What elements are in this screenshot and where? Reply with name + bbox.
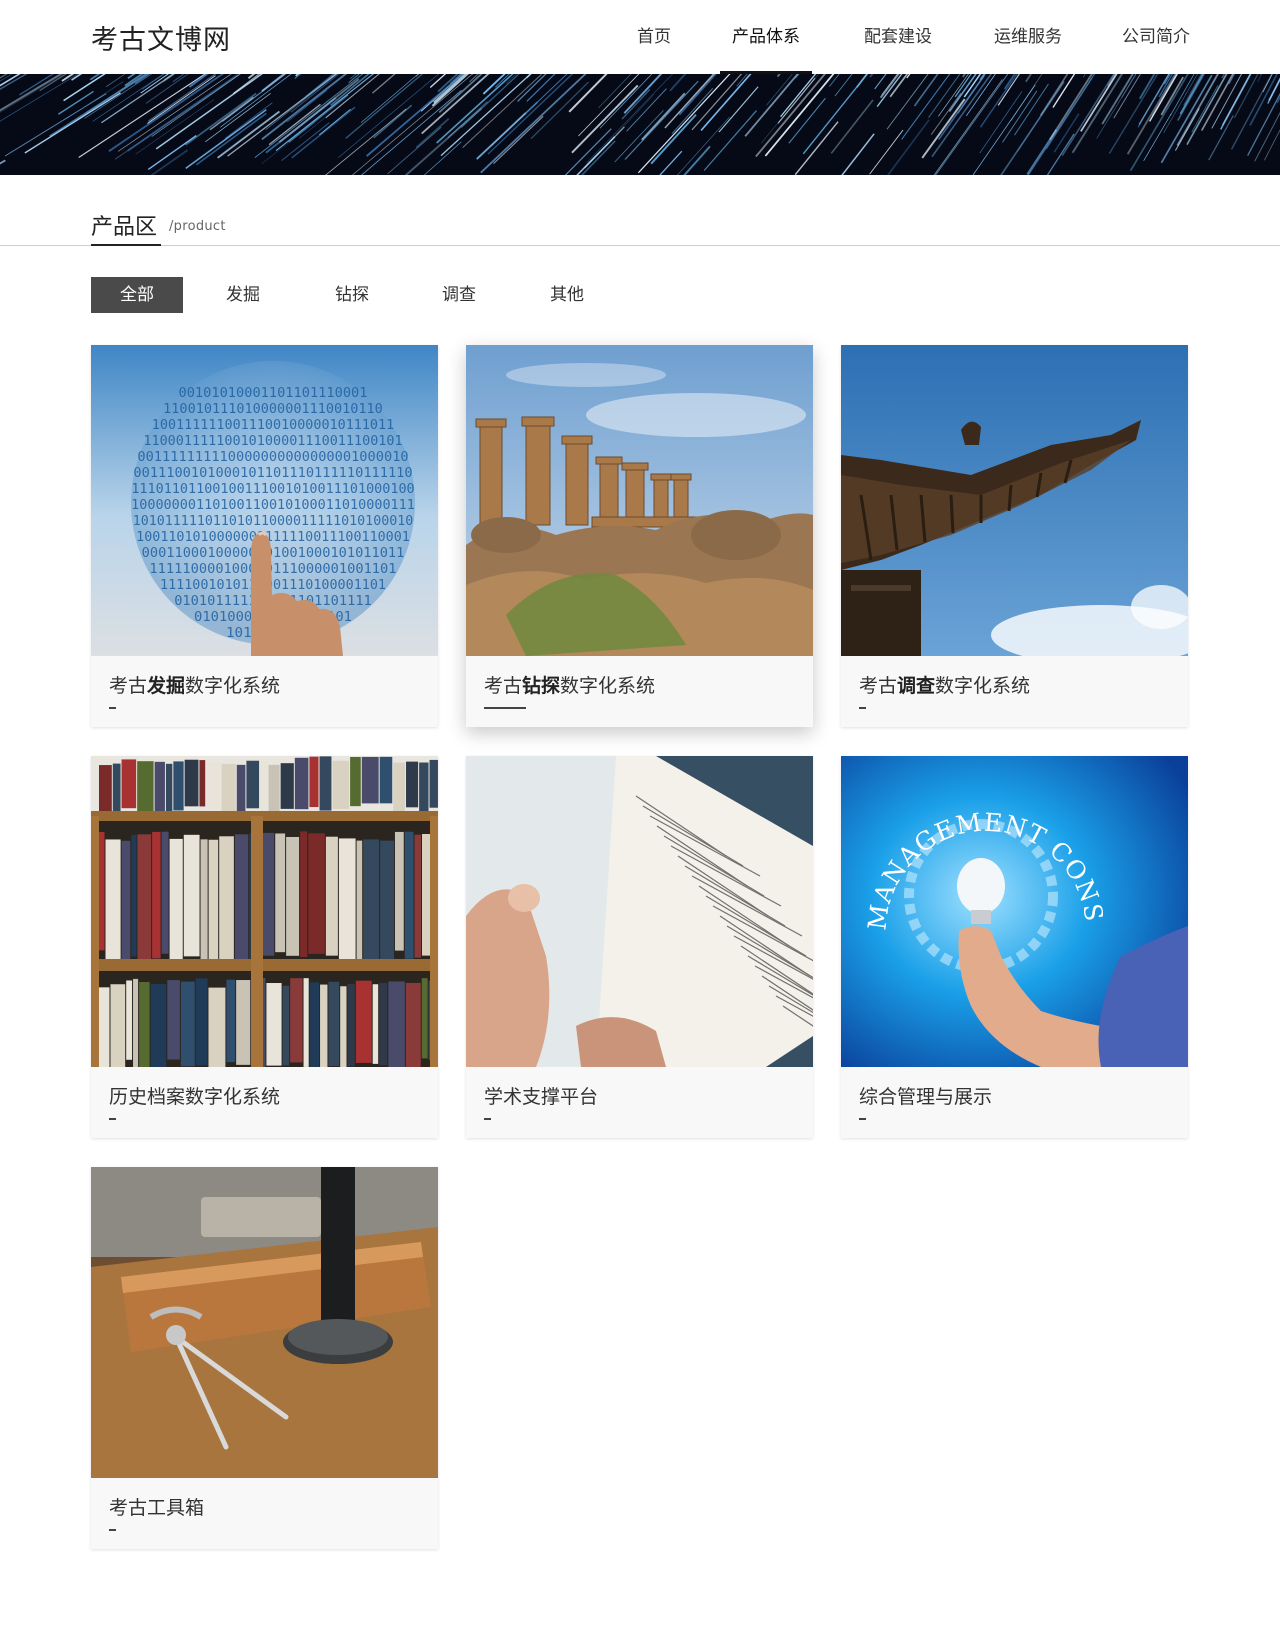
section-subtitle: /product	[169, 219, 226, 234]
product-card-academic[interactable]: 学术支撑平台	[466, 756, 813, 1138]
svg-text:00101010001101101110001: 00101010001101101110001	[179, 386, 368, 401]
product-image-compass-desk	[91, 1167, 438, 1478]
svg-text:001110010100010110111011111011: 0011100101000101101110111110111110	[133, 466, 412, 481]
svg-text:111011011001001110010100111010: 11101101100100111001010011101000100	[131, 482, 414, 497]
product-image-binary-globe: 00101010001101101110001 11001011101000000…	[91, 345, 438, 656]
product-card-drilling[interactable]: 考古钻探数字化系统	[466, 345, 813, 727]
product-caption: 考古调查数字化系统	[859, 675, 1031, 697]
product-image-bookshelf	[91, 756, 438, 1067]
caption-dash	[859, 1118, 866, 1120]
product-caption: 考古工具箱	[109, 1497, 205, 1519]
nav-item-products[interactable]: 产品体系	[720, 0, 812, 74]
svg-text:100000001101001100101000110100: 10000000110100110010100011010000111	[131, 498, 415, 513]
caption-dash	[484, 1118, 491, 1120]
filter-other[interactable]: 其他	[522, 277, 612, 313]
banner-image	[0, 74, 1280, 175]
product-card-excavation[interactable]: 00101010001101101110001 11001011101000000…	[91, 345, 438, 727]
product-caption: 学术支撑平台	[484, 1086, 599, 1108]
svg-text:100110101000000111111001110011: 1001101010000001111110011100110001	[136, 530, 410, 545]
product-caption: 历史档案数字化系统	[109, 1086, 281, 1108]
caption-dash	[109, 1118, 116, 1120]
svg-text:000110001000001010010001010110: 00011000100000101001000101011011	[142, 546, 405, 561]
svg-text:110010111010000001110010110: 110010111010000001110010110	[163, 402, 383, 417]
product-image-ruins	[466, 345, 813, 656]
product-caption: 考古发掘数字化系统	[109, 675, 281, 697]
section-title: 产品区	[91, 215, 158, 240]
nav-item-about[interactable]: 公司简介	[1113, 0, 1199, 74]
svg-text:111110000100000111000001001101: 111110000100000111000001001101	[149, 562, 396, 577]
svg-text:001111111110000000000000001000: 001111111110000000000000001000010	[137, 450, 408, 465]
section-divider	[0, 245, 1280, 246]
product-card-management[interactable]: MANAGEMENT CONSULTING 综合管理与展示	[841, 756, 1188, 1138]
filter-drilling[interactable]: 钻探	[307, 277, 397, 313]
svg-text:100111111001110010000010111011: 100111111001110010000010111011	[152, 418, 394, 433]
filter-excavation[interactable]: 发掘	[198, 277, 288, 313]
star-trail-banner	[0, 74, 1280, 175]
product-image-roof-eave	[841, 345, 1188, 656]
svg-text:110001111100101000011100111001: 11000111110010100001110011100101	[143, 434, 402, 449]
product-card-survey[interactable]: 考古调查数字化系统	[841, 345, 1188, 727]
nav-item-maintenance[interactable]: 运维服务	[985, 0, 1071, 74]
product-section-header: 产品区 /product	[0, 175, 1280, 247]
filter-survey[interactable]: 调查	[414, 277, 504, 313]
caption-dash	[109, 1529, 116, 1531]
product-caption: 考古钻探数字化系统	[484, 675, 656, 697]
nav-item-supporting[interactable]: 配套建设	[855, 0, 941, 74]
product-card-toolbox[interactable]: 考古工具箱	[91, 1167, 438, 1549]
site-header: 考古文博网 首页 产品体系 配套建设 运维服务 公司简介	[0, 0, 1280, 74]
caption-dash	[484, 707, 526, 709]
section-title-underline	[91, 244, 161, 246]
product-image-lightbulb: MANAGEMENT CONSULTING	[841, 756, 1188, 1067]
product-caption: 综合管理与展示	[859, 1086, 993, 1108]
caption-dash	[859, 707, 866, 709]
product-image-open-book	[466, 756, 813, 1067]
site-logo[interactable]: 考古文博网	[91, 18, 231, 57]
caption-dash	[109, 707, 116, 709]
nav-item-home[interactable]: 首页	[631, 0, 677, 74]
product-card-archives[interactable]: 历史档案数字化系统	[91, 756, 438, 1138]
svg-text:1111001010110001110100001101: 1111001010110001110100001101	[160, 578, 386, 593]
svg-text:101011111011010110000111110101: 10101111101101011000011111010100010	[133, 514, 414, 529]
filter-all[interactable]: 全部	[91, 277, 183, 313]
